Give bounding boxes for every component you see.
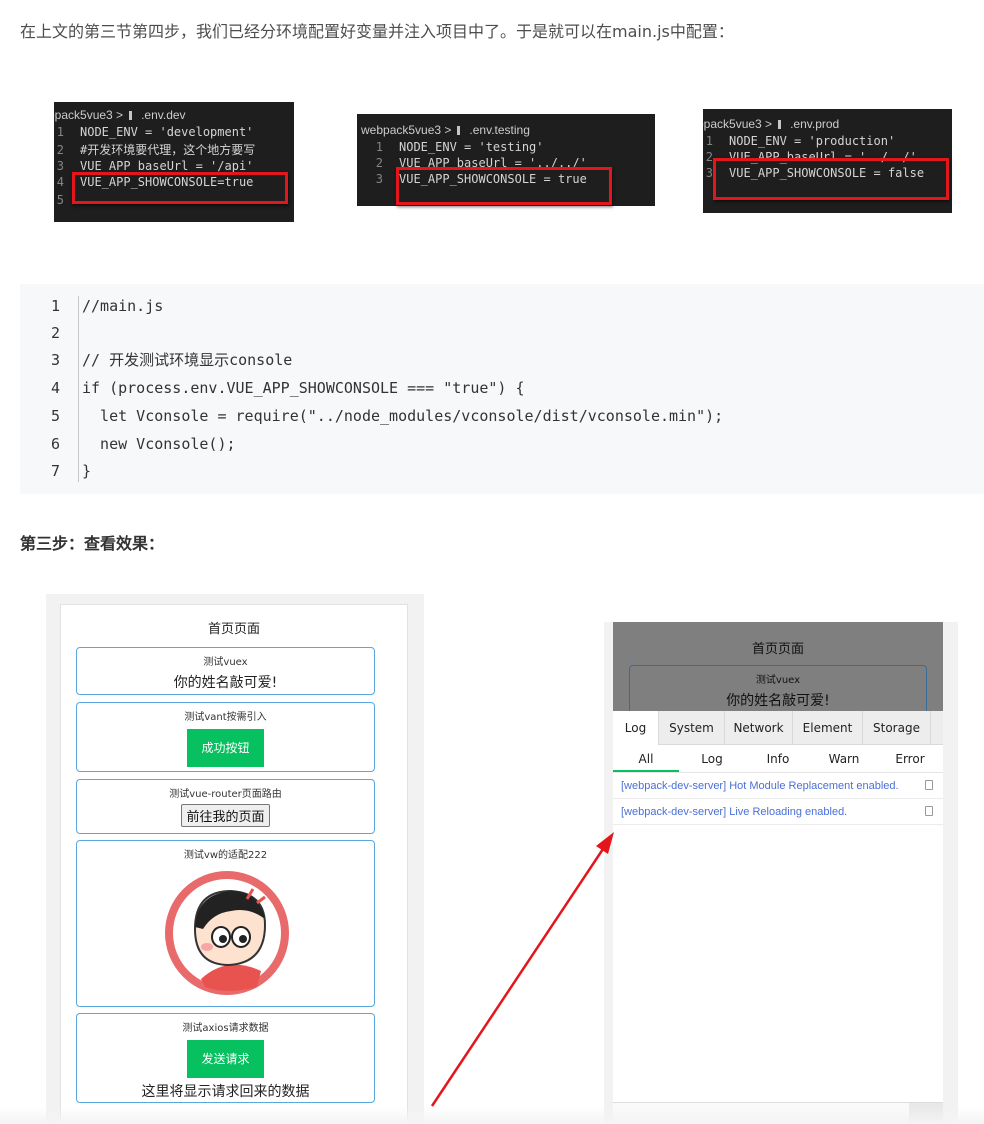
code-line: 5 let Vconsole = require("../node_module… bbox=[20, 403, 723, 430]
copy-icon[interactable] bbox=[925, 780, 933, 790]
subtab-warn[interactable]: Warn bbox=[811, 745, 877, 772]
subtab-all[interactable]: All bbox=[613, 745, 679, 772]
step-heading: 第三步：查看效果： bbox=[20, 534, 165, 553]
highlight-box bbox=[713, 158, 949, 200]
subtab-info[interactable]: Info bbox=[745, 745, 811, 772]
phone-screenshot-home: 首页页面 测试vuex 你的姓名敲可爱! 测试vant按需引入 成功按钮 测试v… bbox=[46, 594, 424, 1124]
line-number: 2 bbox=[50, 324, 60, 342]
tab-log[interactable]: Log bbox=[613, 711, 659, 745]
phone-screen: 首页页面 测试vuex 你的姓名敲可爱! Log System Network … bbox=[613, 622, 943, 1124]
code-line: 2 #开发环境要代理，这个地方要写 bbox=[56, 143, 256, 157]
code-line: 1 NODE_ENV = 'testing' bbox=[375, 140, 544, 154]
card-vuex: 测试vuex 你的姓名敲可爱! bbox=[76, 647, 375, 695]
code-line: 3 // 开发测试环境显示console bbox=[20, 347, 292, 374]
card-title: 测试vant按需引入 bbox=[184, 712, 267, 723]
page-title: 首页页面 bbox=[207, 622, 260, 637]
code-line: 7} bbox=[20, 458, 91, 485]
line-number: 5 bbox=[50, 407, 60, 425]
bottom-fade bbox=[0, 1106, 984, 1124]
tab-network[interactable]: Network bbox=[725, 711, 793, 745]
dimmed-page: 首页页面 测试vuex 你的姓名敲可爱! bbox=[613, 622, 943, 711]
editor-env-dev: bpack5vue3 > .env.dev 1 NODE_ENV = 'develo… bbox=[54, 102, 294, 222]
line-text: // 开发测试环境显示console bbox=[82, 351, 293, 369]
highlight-box bbox=[72, 172, 288, 204]
vconsole-tabs: Log System Network Element Storage bbox=[613, 711, 943, 745]
breadcrumb-file: .env.dev bbox=[141, 108, 186, 122]
card-title: 测试vuex bbox=[203, 657, 248, 668]
line-number: 7 bbox=[50, 462, 60, 480]
copy-icon[interactable] bbox=[925, 806, 933, 816]
line-text: //main.js bbox=[82, 297, 164, 315]
line-number: 1 bbox=[50, 297, 60, 315]
card-title: 测试axios请求数据 bbox=[182, 1023, 269, 1034]
phone-screenshot-vconsole: 首页页面 测试vuex 你的姓名敲可爱! Log System Network … bbox=[604, 622, 958, 1124]
breadcrumb-file: .env.testing bbox=[469, 123, 530, 137]
card-vuex: 测试vuex 你的姓名敲可爱! bbox=[629, 665, 927, 711]
tab-element[interactable]: Element bbox=[793, 711, 863, 745]
highlight-box bbox=[396, 167, 612, 205]
log-text: [webpack-dev-server] Live Reloading enab… bbox=[621, 806, 848, 818]
code-line: 1 //main.js bbox=[20, 293, 163, 320]
log-level-tabs: All Log Info Warn Error bbox=[613, 745, 943, 773]
card-vant: 测试vant按需引入 成功按钮 bbox=[76, 702, 375, 772]
breadcrumb: bpack5vue3 > .env.prod bbox=[703, 116, 952, 132]
code-line: 1 NODE_ENV = 'production' bbox=[705, 134, 896, 148]
line-number: 4 bbox=[50, 379, 60, 397]
log-entry: [webpack-dev-server] Hot Module Replacem… bbox=[613, 773, 943, 799]
line-text: let Vconsole = require("../node_modules/… bbox=[82, 407, 724, 425]
phone-screen: 首页页面 测试vuex 你的姓名敲可爱! 测试vant按需引入 成功按钮 测试v… bbox=[60, 604, 408, 1124]
line-number: 3 bbox=[50, 351, 60, 369]
breadcrumb-project: bpack5vue3 > bbox=[54, 108, 124, 122]
file-icon bbox=[457, 126, 466, 136]
code-line: 3 VUE_APP_baseUrl = '/api' bbox=[56, 159, 254, 173]
line-text: } bbox=[82, 462, 92, 480]
cartoon-avatar-image bbox=[165, 871, 289, 995]
code-block: 1 //main.js 2 3 // 开发测试环境显示console 4 if (pr… bbox=[20, 284, 984, 494]
code-line: 2 bbox=[20, 320, 82, 347]
breadcrumb-project: webpack5vue3 > bbox=[361, 123, 452, 137]
card-title: 测试vuex bbox=[755, 675, 801, 686]
card-title: 测试vue-router页面路由 bbox=[169, 789, 282, 800]
line-text bbox=[68, 320, 82, 347]
tab-storage[interactable]: Storage bbox=[863, 711, 931, 745]
card-text: 你的姓名敲可爱! bbox=[173, 675, 278, 691]
line-number: 6 bbox=[50, 435, 60, 453]
tab-system[interactable]: System bbox=[659, 711, 725, 745]
go-my-page-button[interactable]: 前往我的页面 bbox=[181, 804, 270, 827]
log-text: [webpack-dev-server] Hot Module Replacem… bbox=[621, 780, 899, 792]
page-title: 首页页面 bbox=[751, 642, 804, 657]
code-line: 4 if (process.env.VUE_APP_SHOWCONSOLE ===… bbox=[20, 375, 525, 402]
card-text: 这里将显示请求回来的数据 bbox=[141, 1084, 310, 1100]
code-line: 1 NODE_ENV = 'development' bbox=[56, 125, 254, 139]
subtab-error[interactable]: Error bbox=[877, 745, 943, 772]
log-entry: [webpack-dev-server] Live Reloading enab… bbox=[613, 799, 943, 825]
line-text: new Vconsole(); bbox=[82, 435, 236, 453]
code-line: 6 new Vconsole(); bbox=[20, 431, 236, 458]
send-request-button[interactable]: 发送请求 bbox=[187, 1040, 264, 1078]
breadcrumb: webpack5vue3 > .env.testing bbox=[361, 122, 655, 138]
file-icon bbox=[129, 111, 138, 121]
breadcrumb: bpack5vue3 > .env.dev bbox=[54, 107, 294, 123]
card-vw: 测试vw的适配222 bbox=[76, 840, 375, 1007]
line-text: if (process.env.VUE_APP_SHOWCONSOLE === … bbox=[82, 379, 525, 397]
breadcrumb-project: bpack5vue3 > bbox=[703, 117, 773, 131]
subtab-log[interactable]: Log bbox=[679, 745, 745, 772]
card-router: 测试vue-router页面路由 前往我的页面 bbox=[76, 779, 375, 834]
card-title: 测试vw的适配222 bbox=[183, 850, 268, 861]
file-icon bbox=[778, 120, 787, 130]
card-text: 你的姓名敲可爱! bbox=[726, 693, 830, 709]
breadcrumb-file: .env.prod bbox=[790, 117, 840, 131]
intro-paragraph: 在上文的第三节第四步，我们已经分环境配置好变量并注入项目中了。于是就可以在mai… bbox=[20, 22, 734, 41]
card-axios: 测试axios请求数据 发送请求 这里将显示请求回来的数据 bbox=[76, 1013, 375, 1103]
success-button[interactable]: 成功按钮 bbox=[187, 729, 264, 767]
